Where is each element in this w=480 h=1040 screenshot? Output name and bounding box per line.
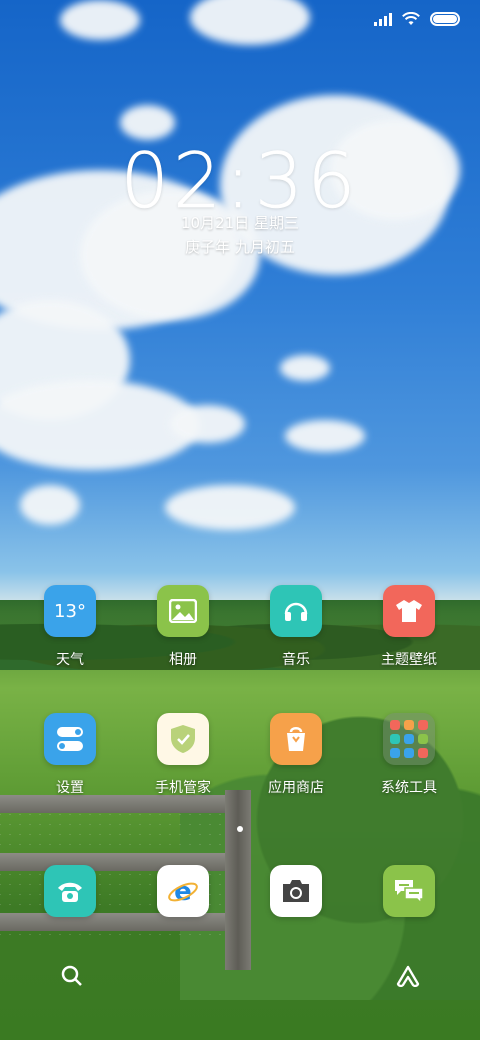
- page-indicator-dot[interactable]: [237, 826, 243, 832]
- search-icon[interactable]: [58, 962, 86, 990]
- weather-icon: 13°: [44, 585, 96, 637]
- app-settings[interactable]: 设置: [15, 713, 125, 797]
- app-label: 系统工具: [381, 780, 437, 796]
- app-label: 音乐: [282, 652, 310, 668]
- gallery-icon: [157, 585, 209, 637]
- app-security[interactable]: 手机管家: [128, 713, 238, 797]
- wifi-icon: [402, 12, 420, 25]
- app-store[interactable]: 应用商店: [241, 713, 351, 797]
- messages-icon: [383, 865, 435, 917]
- app-label: 天气: [56, 652, 84, 668]
- phone-icon: [44, 865, 96, 917]
- app-weather[interactable]: 13° 天气: [15, 585, 125, 669]
- signal-icon: [374, 12, 392, 26]
- app-label: 手机管家: [155, 780, 211, 796]
- app-label: 主题壁纸: [381, 652, 437, 668]
- app-store-icon: [270, 713, 322, 765]
- dock-browser[interactable]: e: [128, 865, 238, 917]
- battery-icon: [430, 12, 460, 26]
- folder-icon: [383, 713, 435, 765]
- weather-temp: 13°: [54, 600, 86, 622]
- app-gallery[interactable]: 相册: [128, 585, 238, 669]
- status-bar: [0, 0, 480, 44]
- app-label: 应用商店: [268, 780, 324, 796]
- dock-messages[interactable]: [354, 865, 464, 917]
- svg-text:e: e: [174, 877, 192, 906]
- lunar-date-text: 庚子年 九月初五: [185, 238, 295, 256]
- browser-icon: e: [157, 865, 209, 917]
- app-folder-system-tools[interactable]: 系统工具: [354, 713, 464, 797]
- dock-camera[interactable]: [241, 865, 351, 917]
- camera-icon: [270, 865, 322, 917]
- settings-icon: [44, 713, 96, 765]
- app-themes[interactable]: 主题壁纸: [354, 585, 464, 669]
- themes-icon: [383, 585, 435, 637]
- assistant-icon[interactable]: [394, 962, 422, 990]
- security-icon: [157, 713, 209, 765]
- app-music[interactable]: 音乐: [241, 585, 351, 669]
- dock-phone[interactable]: [15, 865, 125, 917]
- app-label: 设置: [56, 780, 84, 796]
- app-label: 相册: [169, 652, 197, 668]
- date-text: 10月21日 星期三: [181, 214, 299, 232]
- music-icon: [270, 585, 322, 637]
